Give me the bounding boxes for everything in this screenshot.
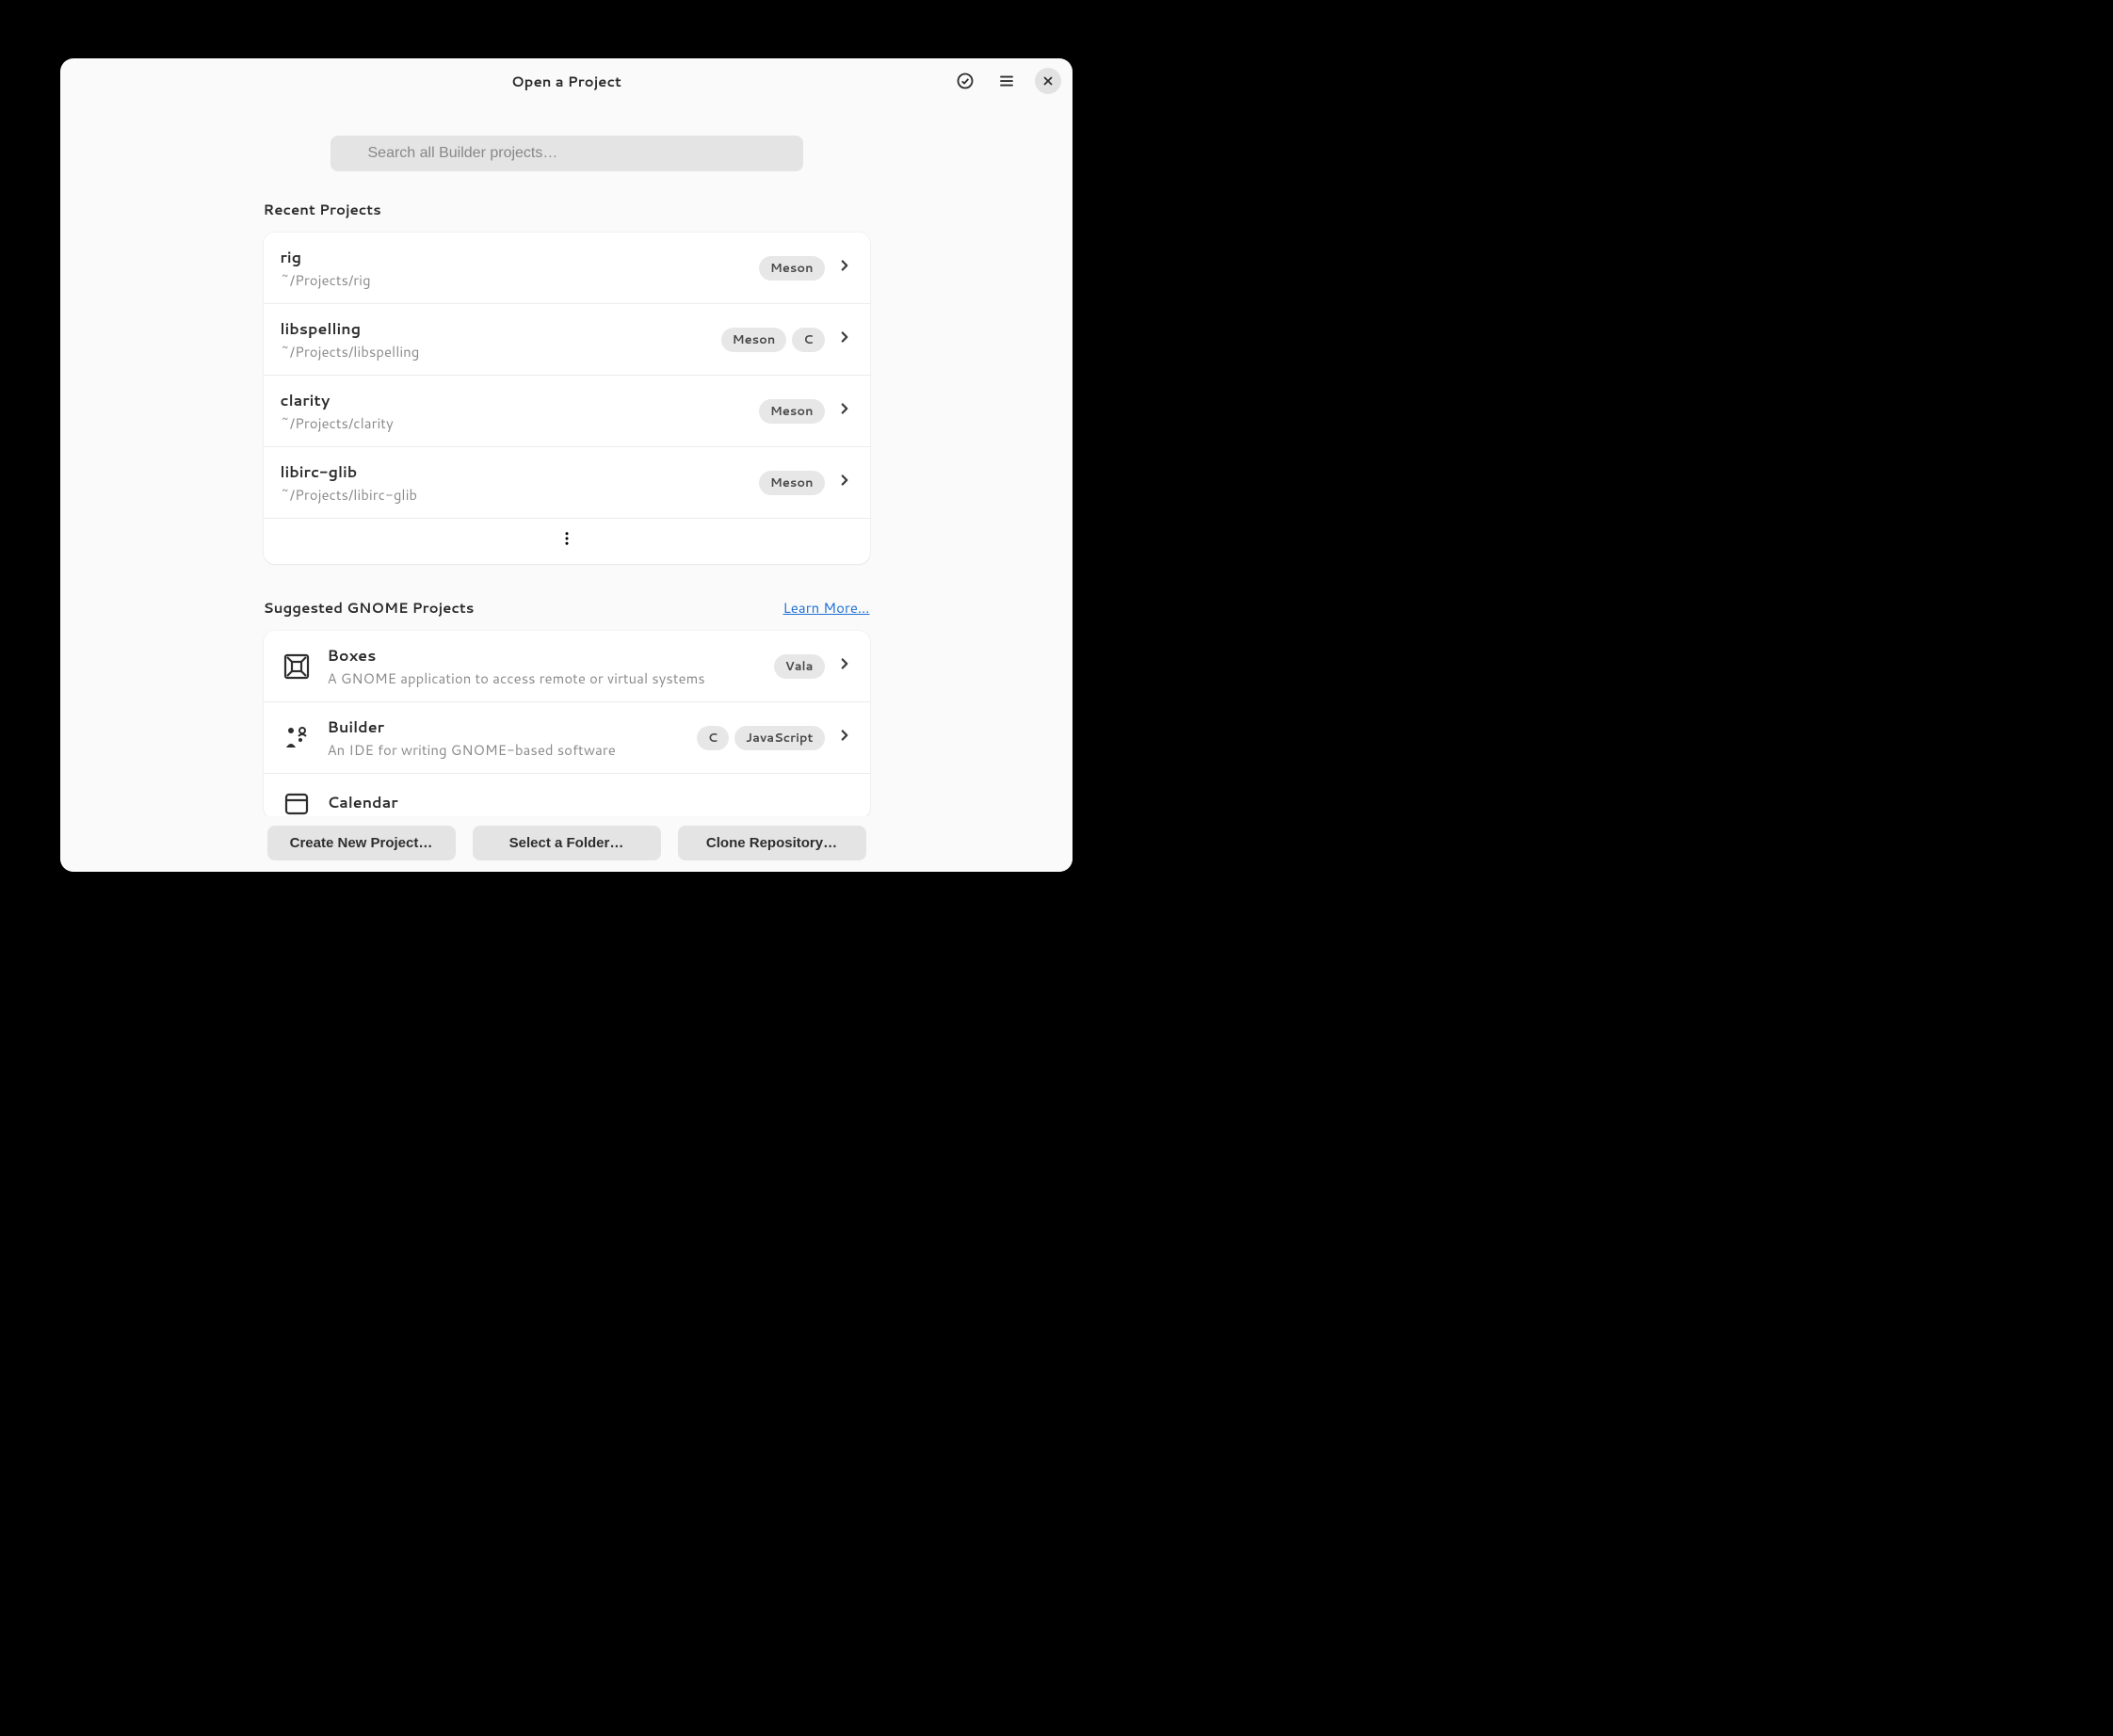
clone-repository-button[interactable]: Clone Repository… bbox=[678, 826, 866, 860]
tag: Meson bbox=[759, 471, 825, 495]
chevron-right-icon bbox=[836, 400, 853, 423]
learn-more-link[interactable]: Learn More… bbox=[783, 598, 870, 618]
project-path: ~/Projects/libirc-glib bbox=[281, 485, 759, 505]
project-row[interactable]: rig ~/Projects/rig Meson bbox=[264, 233, 870, 304]
search-input[interactable] bbox=[331, 136, 803, 171]
select-folder-button[interactable]: Select a Folder… bbox=[473, 826, 661, 860]
suggested-name: Boxes bbox=[328, 645, 774, 667]
suggested-projects-section: Suggested GNOME Projects Learn More… bbox=[264, 598, 870, 816]
project-row[interactable]: libspelling ~/Projects/libspelling Meson… bbox=[264, 304, 870, 376]
headerbar: Open a Project bbox=[60, 58, 1073, 104]
recent-projects-list: rig ~/Projects/rig Meson libspelling ~/P… bbox=[264, 233, 870, 564]
suggested-row[interactable]: Builder An IDE for writing GNOME-based s… bbox=[264, 702, 870, 774]
chevron-right-icon bbox=[836, 472, 853, 494]
close-button[interactable] bbox=[1035, 68, 1061, 94]
suggested-name: Calendar bbox=[328, 792, 853, 813]
project-row[interactable]: libirc-glib ~/Projects/libirc-glib Meson bbox=[264, 447, 870, 519]
tag: Vala bbox=[774, 654, 825, 679]
check-circle-icon[interactable] bbox=[952, 68, 978, 94]
suggested-row[interactable]: Calendar bbox=[264, 774, 870, 816]
more-projects-row[interactable] bbox=[264, 519, 870, 564]
chevron-right-icon bbox=[836, 329, 853, 351]
project-tags: Meson bbox=[759, 256, 825, 281]
project-name: clarity bbox=[281, 390, 759, 411]
hamburger-menu-icon[interactable] bbox=[993, 68, 1020, 94]
recent-projects-section: Recent Projects rig ~/Projects/rig Meson bbox=[264, 200, 870, 564]
content-area[interactable]: Recent Projects rig ~/Projects/rig Meson bbox=[60, 104, 1073, 816]
window: Open a Project bbox=[60, 58, 1073, 872]
project-tags: Meson C bbox=[721, 328, 825, 352]
project-row[interactable]: clarity ~/Projects/clarity Meson bbox=[264, 376, 870, 447]
project-path: ~/Projects/libspelling bbox=[281, 342, 721, 362]
project-tags: Meson bbox=[759, 399, 825, 424]
chevron-right-icon bbox=[836, 257, 853, 280]
tag: JavaScript bbox=[734, 726, 825, 750]
suggested-row[interactable]: Boxes A GNOME application to access remo… bbox=[264, 631, 870, 702]
suggested-name: Builder bbox=[328, 716, 697, 738]
tag: Meson bbox=[759, 256, 825, 281]
suggested-desc: An IDE for writing GNOME-based software bbox=[328, 740, 697, 760]
create-new-project-button[interactable]: Create New Project… bbox=[267, 826, 456, 860]
tag: C bbox=[697, 726, 729, 750]
boxes-icon bbox=[281, 651, 313, 683]
chevron-right-icon bbox=[836, 727, 853, 749]
headerbar-actions bbox=[952, 68, 1061, 94]
chevron-right-icon bbox=[836, 655, 853, 678]
recent-projects-title: Recent Projects bbox=[264, 200, 381, 219]
project-tags: Meson bbox=[759, 471, 825, 495]
calendar-icon bbox=[281, 787, 313, 816]
suggested-desc: A GNOME application to access remote or … bbox=[328, 668, 774, 688]
suggested-tags: Vala bbox=[774, 654, 825, 679]
suggested-tags: C JavaScript bbox=[697, 726, 825, 750]
builder-icon bbox=[281, 722, 313, 754]
project-name: rig bbox=[281, 247, 759, 268]
action-bar: Create New Project… Select a Folder… Clo… bbox=[60, 816, 1073, 872]
search-container bbox=[60, 104, 1073, 200]
project-path: ~/Projects/clarity bbox=[281, 413, 759, 433]
tag: Meson bbox=[759, 399, 825, 424]
project-path: ~/Projects/rig bbox=[281, 270, 759, 290]
window-title: Open a Project bbox=[511, 72, 621, 91]
project-name: libspelling bbox=[281, 318, 721, 340]
suggested-projects-title: Suggested GNOME Projects bbox=[264, 598, 475, 618]
suggested-projects-list: Boxes A GNOME application to access remo… bbox=[264, 631, 870, 816]
more-icon bbox=[558, 530, 575, 553]
tag: C bbox=[792, 328, 824, 352]
project-name: libirc-glib bbox=[281, 461, 759, 483]
tag: Meson bbox=[721, 328, 787, 352]
